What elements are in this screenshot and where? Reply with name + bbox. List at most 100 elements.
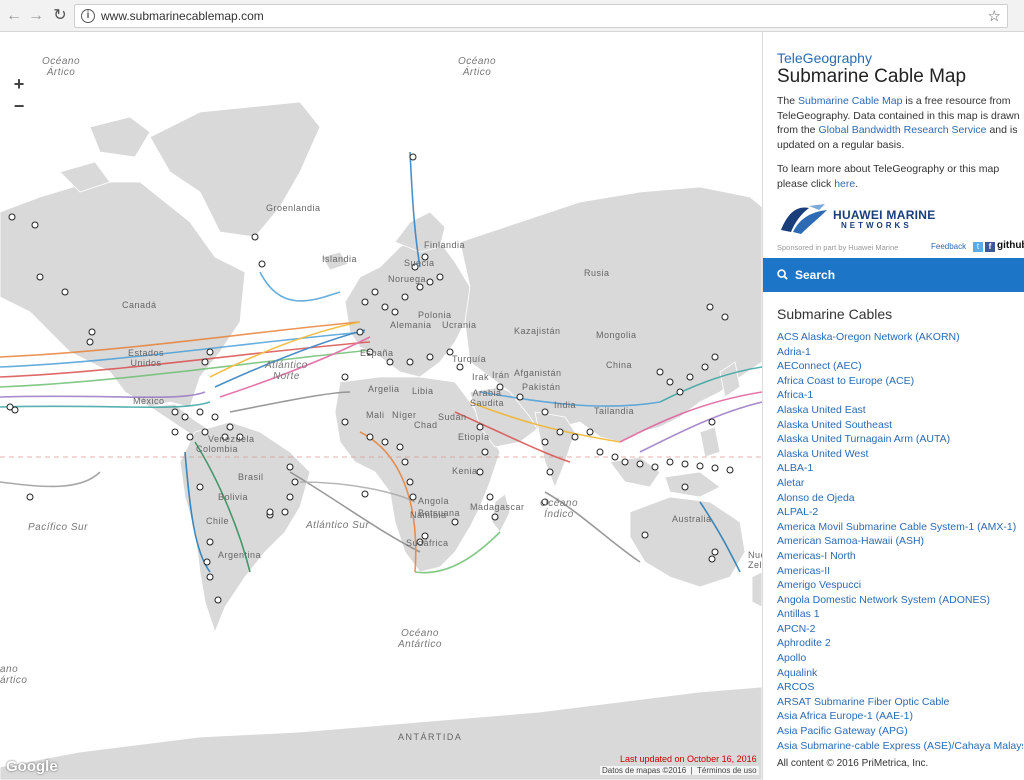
huawei-logo-text-1: HUAWEI MARINE [833, 208, 936, 222]
cable-list-item[interactable]: Alaska United East [777, 403, 1023, 418]
back-icon[interactable]: ← [4, 6, 24, 26]
label-angola: Angola [418, 496, 450, 506]
cable-list-item[interactable]: Aqualink [777, 666, 1023, 681]
cable-list-item[interactable]: Antillas 1 [777, 607, 1023, 622]
label-polonia: Polonia [418, 310, 452, 320]
label-islandia: Islandia [322, 254, 358, 264]
search-icon [777, 269, 788, 280]
search-button[interactable]: Search [763, 258, 1024, 292]
url-text[interactable]: www.submarinecablemap.com [101, 9, 264, 23]
cable-list-item[interactable]: Asia Pacific Gateway (APG) [777, 724, 1023, 739]
search-label: Search [795, 268, 836, 282]
label-argelia: Argelia [368, 384, 400, 394]
cable-list-item[interactable]: ACS Alaska-Oregon Network (AKORN) [777, 330, 1023, 345]
huawei-logo-icon [781, 204, 827, 234]
learn-more-text: To learn more about TeleGeography or thi… [777, 162, 1021, 191]
cable-list-item[interactable]: ALPAL-2 [777, 505, 1023, 520]
huawei-marine-logo[interactable]: HUAWEI MARINE NETWORKS [779, 200, 939, 236]
label-rusia: Rusia [584, 268, 610, 278]
brand-name[interactable]: TeleGeography [777, 50, 872, 66]
cable-list-item[interactable]: Amerigo Vespucci [777, 578, 1023, 593]
label-india: India [554, 400, 577, 410]
cable-list-item[interactable]: Apollo [777, 651, 1023, 666]
cable-list-item[interactable]: Aphrodite 2 [777, 636, 1023, 651]
here-link[interactable]: here [834, 178, 855, 190]
cable-list-item[interactable]: Asia Africa Europe-1 (AAE-1) [777, 709, 1023, 724]
cable-list-item[interactable]: APCN-2 [777, 622, 1023, 637]
label-iran: Irán [492, 370, 510, 380]
cable-list-item[interactable]: Asia Submarine-cable Express (ASE)/Cahay… [777, 739, 1023, 754]
label-afganistan: Afganistán [514, 368, 562, 378]
info-sidebar: TeleGeography Submarine Cable Map The Su… [762, 32, 1024, 780]
cable-list-item[interactable]: ARSAT Submarine Fiber Optic Cable [777, 695, 1023, 710]
cable-list-item[interactable]: Angola Domestic Network System (ADONES) [777, 593, 1023, 608]
label-finlandia: Finlandia [424, 240, 466, 250]
cable-list-item[interactable]: Africa Coast to Europe (ACE) [777, 374, 1023, 389]
reload-icon[interactable]: ↻ [50, 6, 70, 26]
label-suecia: Suecia [404, 258, 435, 268]
label-niger: Níger [392, 410, 417, 420]
label-pakistan: Pakistán [522, 382, 561, 392]
label-oceano-antartico: Océano Antártico [398, 628, 442, 650]
facebook-icon[interactable]: f [985, 242, 995, 252]
label-antartida: ANTÁRTIDA [398, 732, 463, 742]
cable-map[interactable]: + − Océano Ártico Océano Ártico Groenlan… [0, 32, 762, 780]
zoom-control: + − [8, 74, 30, 120]
label-groenlandia: Groenlandia [266, 203, 321, 213]
label-alemania: Alemania [390, 320, 432, 330]
cable-list-item[interactable]: Aletar [777, 476, 1023, 491]
cable-list-item[interactable]: AEConnect (AEC) [777, 359, 1023, 374]
map-attribution: Datos de mapas ©2016 | Términos de uso [600, 766, 759, 775]
label-kazajistan: Kazajistán [514, 326, 561, 336]
zoom-in-button[interactable]: + [8, 74, 30, 96]
intro-text: The Submarine Cable Map is a free resour… [777, 94, 1021, 152]
label-brasil: Brasil [238, 472, 264, 482]
cables-heading: Submarine Cables [777, 306, 893, 322]
address-bar[interactable]: i www.submarinecablemap.com ☆ [74, 4, 1008, 28]
label-ucrania: Ucrania [442, 320, 477, 330]
cable-list-item[interactable]: Adria-1 [777, 345, 1023, 360]
label-arabia-saudita: Arabia Saudita [470, 388, 505, 408]
cable-list-item[interactable]: Alaska United West [777, 447, 1023, 462]
learn-more-part-2: . [855, 177, 859, 190]
label-oceano-indico: Océano Índico [540, 498, 579, 520]
cable-list-item[interactable]: Americas-II [777, 564, 1023, 579]
feedback-link[interactable]: Feedback [931, 242, 966, 251]
label-madagascar: Madagascar [470, 502, 525, 512]
submarine-cable-map-link[interactable]: Submarine Cable Map [798, 95, 902, 107]
github-link[interactable]: github [997, 240, 1024, 251]
cable-list-item[interactable]: Africa-1 [777, 388, 1023, 403]
label-colombia: Colombia [196, 444, 239, 454]
label-botsuana: Botsuana [418, 508, 461, 518]
info-icon[interactable]: i [81, 9, 95, 23]
cable-list-item[interactable]: Alaska United Turnagain Arm (AUTA) [777, 432, 1023, 447]
label-atlantico-norte: Atlántico Norte [265, 360, 308, 382]
cable-list-item[interactable]: ARCOS [777, 680, 1023, 695]
world-map-graphic [0, 101, 762, 780]
label-oceano-artico-left: Océano Ártico [42, 56, 81, 78]
last-updated-text: Last updated on October 16, 2016 [620, 754, 757, 764]
bandwidth-service-link[interactable]: Global Bandwidth Research Service [818, 124, 986, 136]
google-logo: Google [6, 758, 58, 775]
label-mexico: México [133, 396, 165, 406]
forward-icon[interactable]: → [26, 6, 46, 26]
label-pacifico-sur: Pacífico Sur [28, 522, 88, 533]
copyright-text: All content © 2016 PriMetrica, Inc. [777, 758, 1024, 769]
cable-list-item[interactable]: Alonso de Ojeda [777, 491, 1023, 506]
label-chile: Chile [206, 516, 230, 526]
cable-list-item[interactable]: America Movil Submarine Cable System-1 (… [777, 520, 1023, 535]
zoom-out-button[interactable]: − [8, 96, 30, 118]
cable-list-item[interactable]: Alaska United Southeast [777, 418, 1023, 433]
map-data-credit: Datos de mapas ©2016 [602, 766, 687, 775]
cable-list: ACS Alaska-Oregon Network (AKORN) Adria-1… [777, 330, 1023, 753]
label-mali: Mali [366, 410, 385, 420]
label-tailandia: Tailandia [594, 406, 635, 416]
cable-list-item[interactable]: Americas-I North [777, 549, 1023, 564]
bookmark-star-icon[interactable]: ☆ [988, 7, 1001, 25]
label-nueva-zelanda: Nue Zela [748, 550, 762, 570]
terms-link[interactable]: Términos de uso [697, 766, 757, 775]
twitter-icon[interactable]: t [973, 242, 983, 252]
cable-list-item[interactable]: ALBA-1 [777, 461, 1023, 476]
label-canada: Canadá [122, 300, 157, 310]
cable-list-item[interactable]: American Samoa-Hawaii (ASH) [777, 534, 1023, 549]
